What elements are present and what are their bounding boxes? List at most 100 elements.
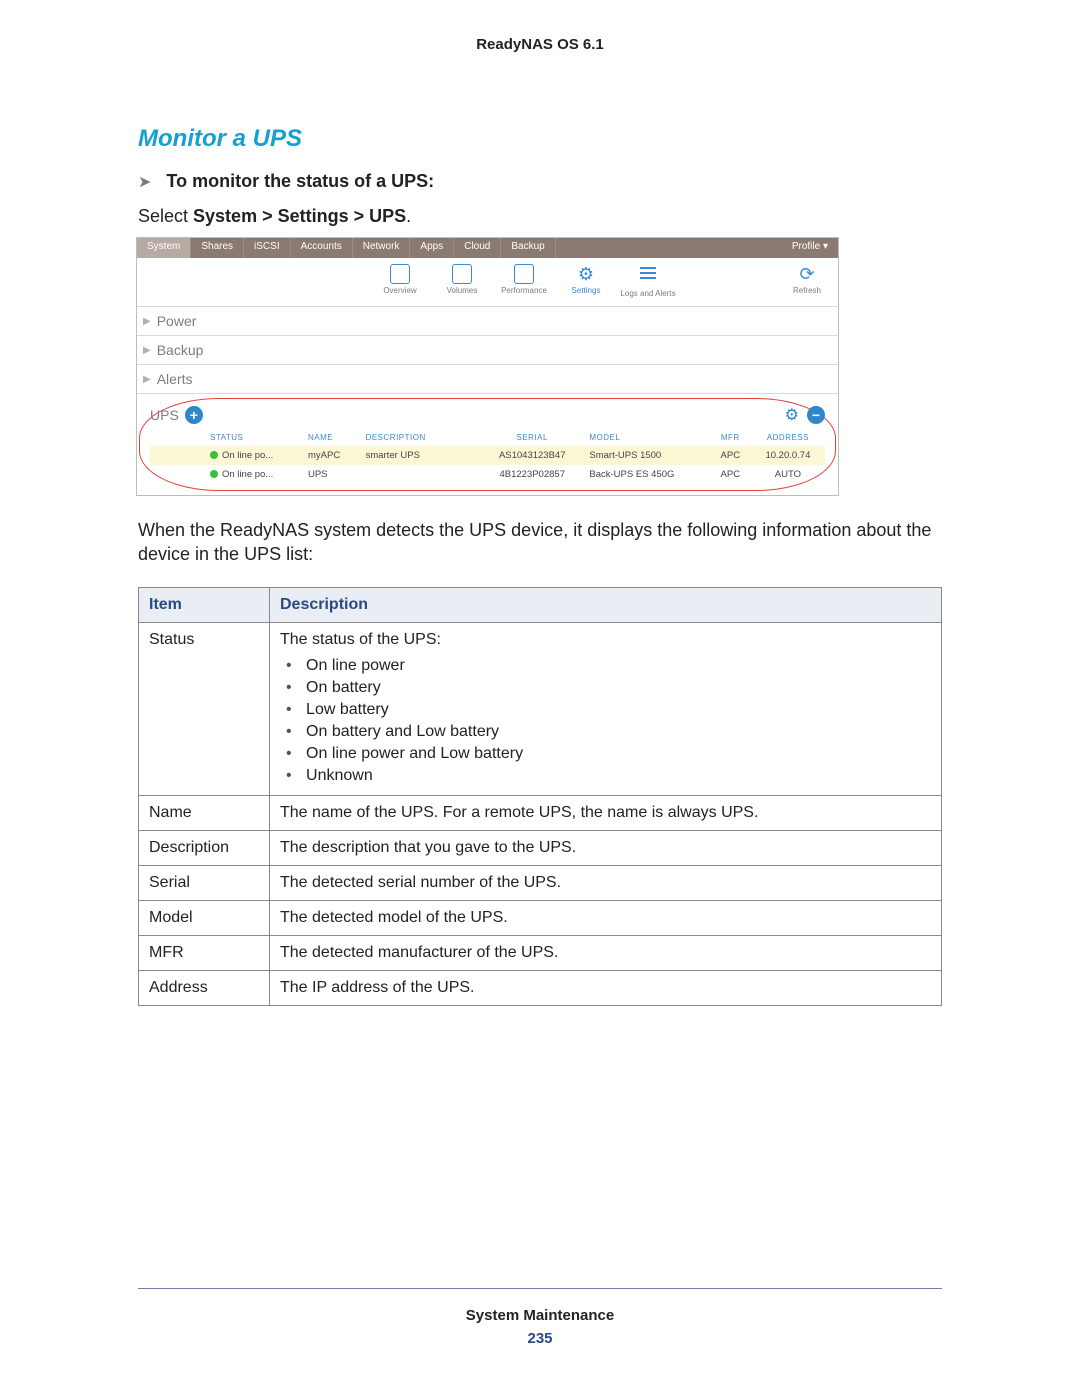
toolbar-volumes[interactable]: Volumes — [431, 258, 493, 306]
tab-accounts[interactable]: Accounts — [291, 238, 353, 258]
tab-network[interactable]: Network — [353, 238, 411, 258]
col-model: MODEL — [583, 429, 709, 446]
tab-backup[interactable]: Backup — [501, 238, 555, 258]
info-item: Model — [139, 900, 270, 935]
bullet-item: On battery — [280, 677, 931, 699]
info-item: MFR — [139, 935, 270, 970]
volumes-icon — [452, 264, 472, 284]
footer-rule — [138, 1288, 942, 1289]
ups-row[interactable]: On line po... UPS 4B1223P02857 Back-UPS … — [150, 465, 825, 484]
ups-row-serial: 4B1223P02857 — [481, 465, 583, 484]
ups-row-address: AUTO — [751, 465, 825, 484]
footer-page-number: 235 — [138, 1330, 942, 1347]
toolbar-refresh[interactable]: ⟳ Refresh — [776, 258, 838, 306]
tab-apps[interactable]: Apps — [410, 238, 454, 258]
col-name: NAME — [302, 429, 360, 446]
tab-shares[interactable]: Shares — [191, 238, 244, 258]
toolbar-settings[interactable]: ⚙ Settings — [555, 258, 617, 306]
info-th-item: Item — [139, 587, 270, 622]
panel-alerts-label: Alerts — [157, 371, 193, 387]
tab-cloud[interactable]: Cloud — [454, 238, 501, 258]
bullet-item: On line power — [280, 655, 931, 677]
ups-row-description — [360, 465, 482, 484]
ups-row-description: smarter UPS — [360, 446, 482, 465]
overview-icon — [390, 264, 410, 284]
panel-power[interactable]: ▶ Power — [137, 307, 838, 336]
arrow-icon: ➤ — [138, 174, 151, 191]
info-row: Address The IP address of the UPS. — [139, 970, 942, 1005]
info-item: Serial — [139, 865, 270, 900]
col-address: ADDRESS — [751, 429, 825, 446]
ups-row-model: Smart-UPS 1500 — [583, 446, 709, 465]
info-desc: The IP address of the UPS. — [270, 970, 942, 1005]
panel-power-label: Power — [157, 313, 197, 329]
ups-row-name: myAPC — [302, 446, 360, 465]
ups-header: UPS + ⚙ − — [150, 403, 825, 427]
caret-right-icon: ▶ — [143, 345, 151, 356]
performance-icon — [514, 264, 534, 284]
ups-row[interactable]: On line po... myAPC smarter UPS AS104312… — [150, 446, 825, 465]
list-icon — [638, 267, 658, 287]
panel-alerts[interactable]: ▶ Alerts — [137, 365, 838, 394]
bullet-item: Low battery — [280, 699, 931, 721]
app-tabstrip: System Shares iSCSI Accounts Network App… — [137, 238, 838, 258]
col-mfr: MFR — [710, 429, 751, 446]
instruction-suffix: . — [406, 206, 411, 226]
status-dot-icon — [210, 470, 218, 478]
add-ups-button[interactable]: + — [185, 406, 203, 424]
caret-right-icon: ▶ — [143, 374, 151, 385]
ups-row-mfr: APC — [710, 465, 751, 484]
tab-system[interactable]: System — [137, 238, 191, 258]
refresh-label: Refresh — [793, 286, 821, 295]
caret-right-icon: ▶ — [143, 316, 151, 327]
ups-label: UPS — [150, 407, 179, 423]
profile-menu[interactable]: Profile ▾ — [782, 238, 838, 258]
page-footer: System Maintenance 235 — [138, 1280, 942, 1347]
app-screenshot: System Shares iSCSI Accounts Network App… — [136, 237, 839, 496]
logs-label: Logs and Alerts — [620, 289, 675, 298]
info-desc: The detected manufacturer of the UPS. — [270, 935, 942, 970]
panel-backup-label: Backup — [157, 342, 204, 358]
toolbar-logs[interactable]: Logs and Alerts — [617, 258, 679, 306]
instruction-path: System > Settings > UPS — [193, 206, 406, 226]
info-desc: The detected model of the UPS. — [270, 900, 942, 935]
instruction-line: Select System > Settings > UPS. — [138, 206, 942, 227]
body-paragraph: When the ReadyNAS system detects the UPS… — [138, 518, 942, 567]
info-row: Name The name of the UPS. For a remote U… — [139, 795, 942, 830]
info-item: Address — [139, 970, 270, 1005]
bullet-item: On battery and Low battery — [280, 721, 931, 743]
toolbar-overview[interactable]: Overview — [369, 258, 431, 306]
instruction-prefix: Select — [138, 206, 193, 226]
overview-label: Overview — [383, 286, 416, 295]
info-row: MFR The detected manufacturer of the UPS… — [139, 935, 942, 970]
performance-label: Performance — [501, 286, 547, 295]
ups-row-status: On line po... — [222, 469, 273, 480]
ups-table-header-row: STATUS NAME DESCRIPTION SERIAL MODEL MFR… — [150, 429, 825, 446]
info-row: Serial The detected serial number of the… — [139, 865, 942, 900]
info-desc: The description that you gave to the UPS… — [270, 830, 942, 865]
info-desc: The detected serial number of the UPS. — [270, 865, 942, 900]
doc-header: ReadyNAS OS 6.1 — [138, 36, 942, 53]
gear-icon: ⚙ — [576, 264, 596, 284]
info-th-desc: Description — [270, 587, 942, 622]
task-line: ➤ To monitor the status of a UPS: — [138, 171, 942, 192]
info-item: Description — [139, 830, 270, 865]
volumes-label: Volumes — [447, 286, 478, 295]
tab-iscsi[interactable]: iSCSI — [244, 238, 291, 258]
ups-section: UPS + ⚙ − STATUS NAME DESCRIPTION SERIAL… — [139, 398, 836, 491]
bullet-item: Unknown — [280, 765, 931, 787]
toolbar-performance[interactable]: Performance — [493, 258, 555, 306]
info-table: Item Description Status The status of th… — [138, 587, 942, 1006]
ups-table: STATUS NAME DESCRIPTION SERIAL MODEL MFR… — [150, 429, 825, 484]
info-desc-text: The status of the UPS: — [280, 631, 441, 648]
ups-row-mfr: APC — [710, 446, 751, 465]
refresh-icon: ⟳ — [797, 264, 817, 284]
info-row: Status The status of the UPS: On line po… — [139, 622, 942, 795]
col-status: STATUS — [204, 429, 302, 446]
ups-row-model: Back-UPS ES 450G — [583, 465, 709, 484]
info-row: Model The detected model of the UPS. — [139, 900, 942, 935]
status-dot-icon — [210, 451, 218, 459]
remove-ups-button[interactable]: − — [807, 406, 825, 424]
panel-backup[interactable]: ▶ Backup — [137, 336, 838, 365]
ups-settings-button[interactable]: ⚙ — [785, 405, 799, 425]
